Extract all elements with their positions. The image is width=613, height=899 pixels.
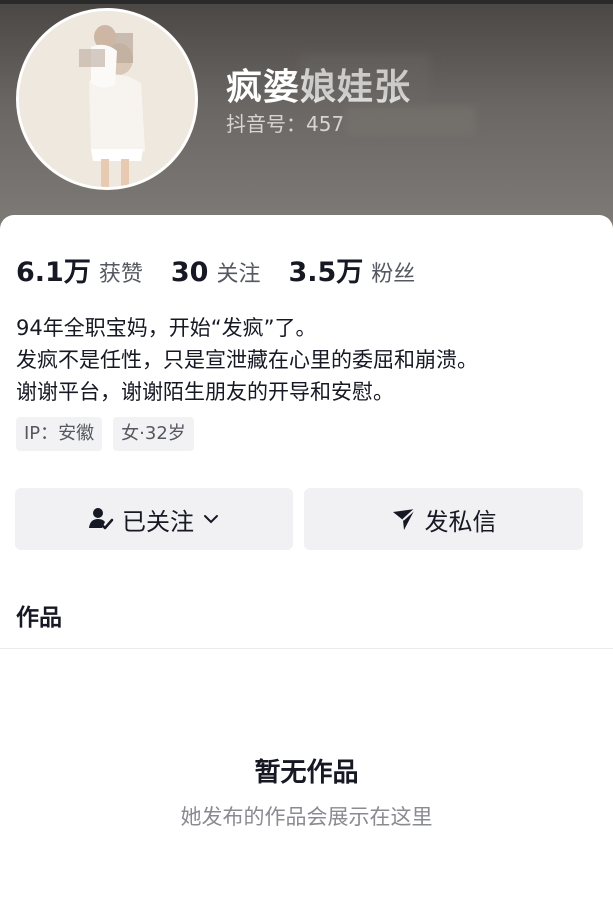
profile-tags: IP：安徽 女·32岁 [16, 417, 194, 451]
bio-line: 发疯不是任性，只是宣泄藏在心里的委屈和崩溃。 [16, 348, 478, 372]
user-check-icon [88, 506, 114, 532]
tab-works[interactable]: 作品 [16, 598, 62, 632]
ip-location-tag: IP：安徽 [16, 417, 103, 451]
avatar[interactable] [16, 8, 198, 190]
divider [0, 648, 613, 649]
gender-age-tag: 女·32岁 [113, 417, 194, 451]
likes-label[interactable]: 获赞 [99, 256, 143, 288]
bio-line: 谢谢平台，谢谢陌生朋友的开导和安慰。 [16, 380, 394, 404]
douyin-id-blur-mask [345, 106, 475, 136]
followers-count[interactable]: 3.5万 [288, 250, 363, 289]
bio: 94年全职宝妈，开始“发疯”了。 发疯不是任性，只是宣泄藏在心里的委屈和崩溃。 … [16, 312, 601, 408]
empty-state-subtitle: 她发布的作品会展示在这里 [180, 805, 433, 829]
followed-label: 已关注 [122, 507, 194, 536]
likes-count[interactable]: 6.1万 [16, 250, 91, 289]
followers-label[interactable]: 粉丝 [371, 256, 415, 288]
paper-plane-icon [391, 506, 417, 532]
bio-line: 94年全职宝妈，开始“发疯”了。 [16, 316, 317, 340]
nickname-blur-mask [300, 54, 430, 102]
following-count[interactable]: 30 [171, 257, 209, 288]
empty-state-title: 暂无作品 [254, 758, 359, 788]
chevron-down-icon [202, 510, 220, 528]
status-bar-edge [0, 0, 613, 4]
douyin-id[interactable]: 抖音号：457 [226, 108, 344, 137]
send-message-label: 发私信 [424, 507, 497, 536]
followed-button[interactable]: 已关注 [15, 488, 293, 550]
send-message-button[interactable]: 发私信 [304, 488, 583, 550]
stats-row: 6.1万 获赞 30 关注 3.5万 粉丝 [16, 250, 443, 288]
avatar-photo [19, 11, 195, 187]
following-label[interactable]: 关注 [216, 256, 260, 288]
